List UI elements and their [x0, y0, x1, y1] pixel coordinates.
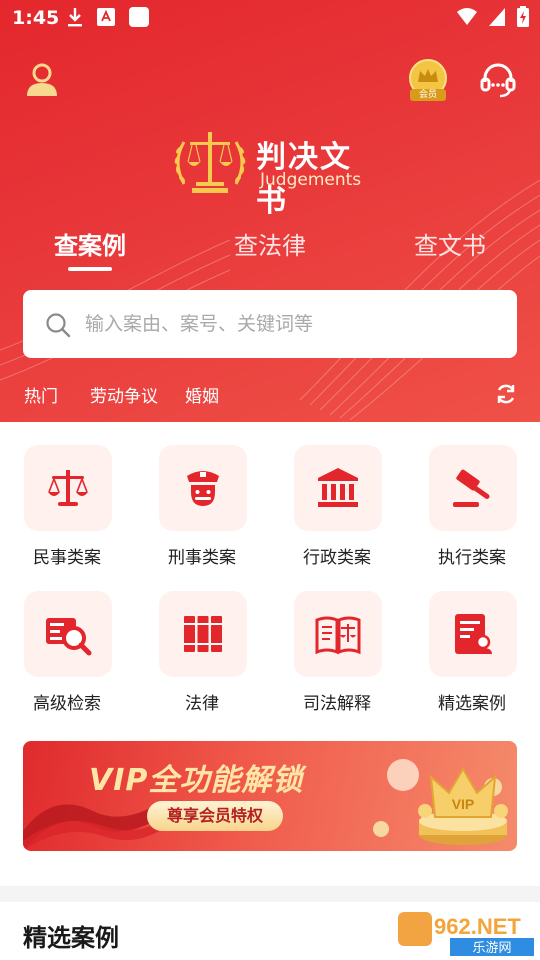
status-bar: 1:45	[0, 0, 540, 38]
open-book-scales-icon	[315, 616, 361, 655]
category-label: 法律	[185, 694, 219, 714]
case-document-icon	[455, 614, 492, 654]
featured-cases-heading: 精选案例	[23, 924, 119, 952]
category-tile	[159, 591, 247, 677]
search-icon	[46, 313, 71, 338]
police-icon	[187, 471, 219, 506]
category-tile	[429, 445, 517, 531]
vip-badge-label: 会员	[418, 90, 437, 100]
category-enforcement-cases[interactable]: 执行类案	[417, 445, 527, 575]
search-box[interactable]	[23, 290, 517, 358]
scales-icon	[48, 470, 88, 506]
watermark-text-top: 962.NET	[434, 914, 521, 939]
gavel-icon	[453, 469, 490, 507]
category-tile	[294, 445, 382, 531]
category-judicial-interpretation[interactable]: 司法解释	[282, 591, 392, 721]
category-advanced-search[interactable]: 高级检索	[12, 591, 122, 721]
category-featured-cases[interactable]: 精选案例	[417, 591, 527, 721]
signal-icon	[489, 8, 505, 26]
search-input[interactable]	[85, 302, 505, 346]
app-square-icon	[129, 7, 149, 27]
hot-tag-labor-dispute[interactable]: 劳动争议	[90, 382, 158, 407]
category-tile	[24, 445, 112, 531]
watermark-text-bottom: 乐游网	[472, 941, 511, 956]
crown-vip-text: VIP	[452, 796, 475, 812]
advanced-search-icon	[46, 618, 92, 656]
category-label: 刑事类案	[168, 548, 236, 568]
category-label: 执行类案	[438, 548, 506, 568]
category-tile	[159, 445, 247, 531]
active-tab-indicator	[68, 267, 112, 271]
tab-cases[interactable]: 查案例	[54, 226, 126, 261]
vip-member-badge[interactable]: 会员	[404, 58, 452, 104]
hero-header: 1:45 会员 判决文书 Judgements 查案例 查法律 查文书 输入案由…	[0, 0, 540, 422]
government-building-icon	[318, 468, 358, 507]
user-profile-icon[interactable]	[22, 60, 62, 100]
law-books-icon	[184, 616, 222, 652]
hot-tag-marriage[interactable]: 婚姻	[185, 382, 219, 407]
search-mode-tabs: 查案例 查法律 查文书	[0, 226, 540, 276]
section-divider	[0, 886, 540, 902]
category-label: 民事类案	[33, 548, 101, 568]
refresh-icon[interactable]	[494, 382, 518, 406]
category-label: 司法解释	[303, 694, 371, 714]
app-logo: 判决文书 Judgements	[170, 128, 380, 219]
category-label: 精选案例	[438, 694, 506, 714]
vip-privilege-button[interactable]: 尊享会员特权	[147, 801, 283, 831]
category-tile	[429, 591, 517, 677]
wifi-icon	[457, 8, 477, 25]
status-system	[456, 6, 530, 28]
tab-laws[interactable]: 查法律	[234, 226, 306, 261]
scales-laurel-emblem-icon	[174, 132, 246, 193]
customer-service-icon[interactable]	[478, 60, 518, 100]
site-watermark-logo: 962.NET 乐游网	[398, 912, 534, 956]
crown-coins-icon: VIP	[373, 759, 508, 845]
app-logo-subtitle: Judgements	[260, 170, 362, 190]
download-icon	[68, 8, 82, 27]
vip-banner-title: VIP全功能解锁	[89, 763, 304, 798]
status-time: 1:45	[12, 7, 60, 29]
category-tile	[294, 591, 382, 677]
category-tile	[24, 591, 112, 677]
hot-searches: 热门 劳动争议 婚姻	[24, 382, 524, 410]
category-administrative-cases[interactable]: 行政类案	[282, 445, 392, 575]
status-notifications	[66, 6, 150, 28]
hot-label: 热门	[24, 387, 58, 407]
tab-documents[interactable]: 查文书	[414, 226, 486, 261]
category-laws[interactable]: 法律	[147, 591, 257, 721]
category-civil-cases[interactable]: 民事类案	[12, 445, 122, 575]
category-label: 高级检索	[33, 694, 101, 714]
battery-charging-icon	[517, 6, 529, 27]
vip-unlock-banner[interactable]: VIP全功能解锁 尊享会员特权 VIP	[23, 741, 517, 851]
category-label: 行政类案	[303, 548, 371, 568]
app-store-icon	[97, 8, 115, 26]
category-criminal-cases[interactable]: 刑事类案	[147, 445, 257, 575]
